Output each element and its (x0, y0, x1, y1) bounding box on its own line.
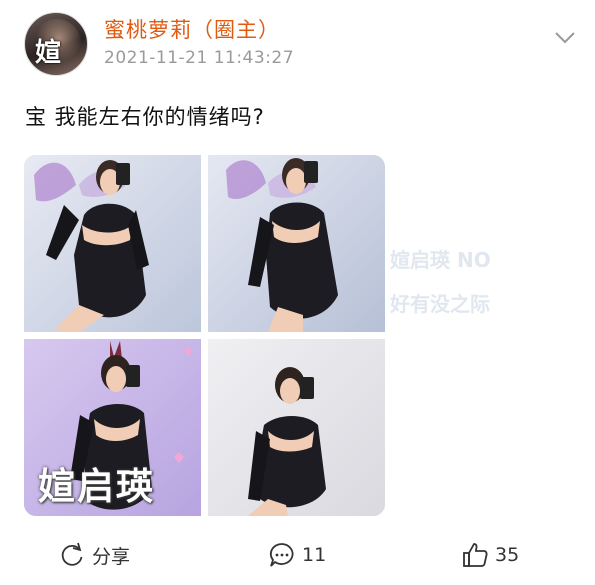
avatar-watermark: 媗 (35, 38, 63, 68)
image-grid: 媗启瑛 (24, 155, 387, 518)
post-image-4[interactable] (208, 339, 385, 516)
share-label: 分享 (92, 545, 131, 568)
post-timestamp: 2021-11-21 11:43:27 (104, 48, 295, 68)
faint-line-1: 媗启瑛 NO (390, 248, 491, 272)
comment-icon (269, 543, 294, 567)
faint-background-text: 媗启瑛 NO 好有没之际 (390, 238, 565, 348)
author-name[interactable]: 蜜桃萝莉（圈主） (104, 14, 280, 44)
like-count: 35 (495, 544, 520, 566)
post-image-1[interactable] (24, 155, 201, 332)
comment-count: 11 (302, 544, 327, 566)
like-button[interactable]: 35 (461, 540, 519, 570)
post-image-2[interactable] (208, 155, 385, 332)
thumbs-up-icon (463, 543, 488, 567)
comment-button[interactable]: 11 (268, 540, 326, 570)
post-image-3[interactable]: 媗启瑛 (24, 339, 201, 516)
chevron-down-icon[interactable] (553, 30, 577, 46)
share-button[interactable]: 分享 (58, 540, 130, 570)
post-header: 媗 蜜桃萝莉（圈主） 2021-11-21 11:43:27 (0, 0, 595, 90)
post-text: 宝 我能左右你的情绪吗? (25, 105, 265, 129)
image-watermark: 媗启瑛 (38, 465, 155, 508)
avatar[interactable]: 媗 (24, 12, 88, 76)
faint-line-2: 好有没之际 (390, 292, 490, 316)
share-icon (61, 542, 83, 566)
action-bar: 分享 11 35 (0, 530, 595, 585)
